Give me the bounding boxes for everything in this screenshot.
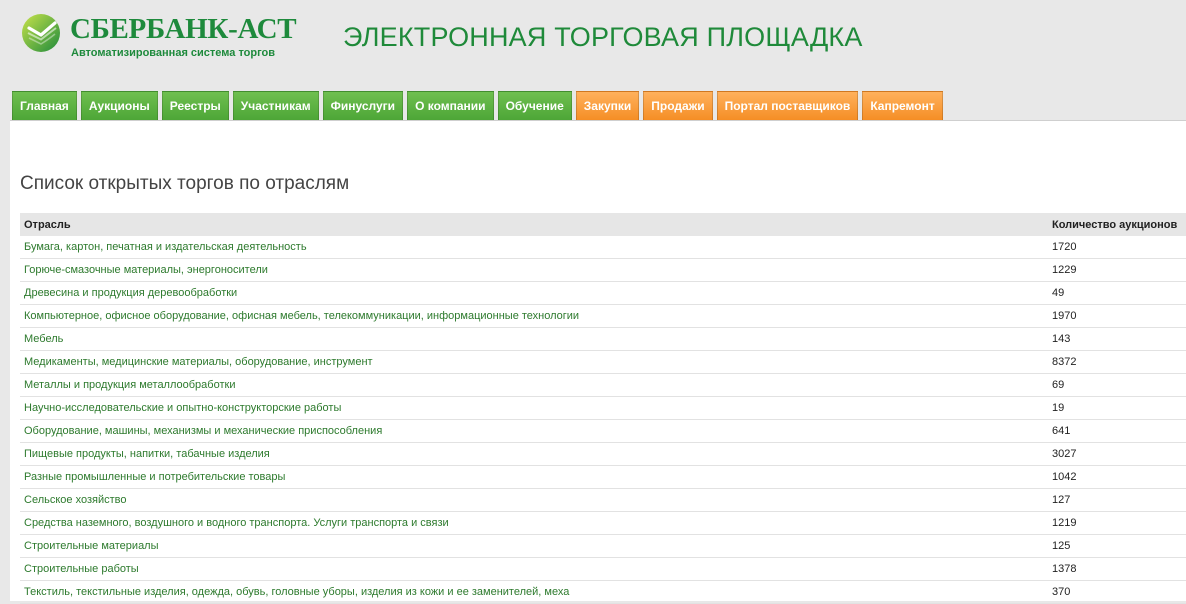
industry-link[interactable]: Строительные материалы xyxy=(20,534,1048,558)
nav-o-kompanii[interactable]: О компании xyxy=(407,91,494,120)
table-row: Разные промышленные и потребительские то… xyxy=(20,465,1186,489)
table-row: Сельское хозяйство 127 xyxy=(20,488,1186,512)
industry-link[interactable]: Горюче-смазочные материалы, энергоносите… xyxy=(20,258,1048,282)
logo-subtitle: Автоматизированная система торгов xyxy=(71,47,276,59)
auction-count: 1970 xyxy=(1048,304,1186,328)
page-title: Список открытых торгов по отраслям xyxy=(20,173,350,194)
auction-count: 69 xyxy=(1048,373,1186,397)
industry-link[interactable]: Разные промышленные и потребительские то… xyxy=(20,465,1048,489)
table-row: Строительные работы 1378 xyxy=(20,557,1186,581)
auction-count: 1219 xyxy=(1048,511,1186,535)
auction-count: 8372 xyxy=(1048,350,1186,374)
industry-link[interactable]: Мебель xyxy=(20,327,1048,351)
column-header-industry: Отрасль xyxy=(20,213,1048,236)
table-row: Древесина и продукция деревообработки 49 xyxy=(20,281,1186,305)
sberbank-ast-logo[interactable]: СБЕРБАНК-АСТ Автоматизированная система … xyxy=(20,11,297,63)
nav-zakupki[interactable]: Закупки xyxy=(575,91,640,120)
nav-glavnaya[interactable]: Главная xyxy=(12,91,77,120)
industry-link[interactable]: Древесина и продукция деревообработки xyxy=(20,281,1048,305)
table-header-row: Отрасль Количество аукционов xyxy=(20,213,1186,236)
nav-portal-postavshchikov[interactable]: Портал поставщиков xyxy=(716,91,859,120)
industry-link[interactable]: Бумага, картон, печатная и издательская … xyxy=(20,236,1048,259)
industry-link[interactable]: Медикаменты, медицинские материалы, обор… xyxy=(20,350,1048,374)
nav-obuchenie[interactable]: Обучение xyxy=(497,91,572,120)
auction-count: 641 xyxy=(1048,419,1186,443)
table-row: Оборудование, машины, механизмы и механи… xyxy=(20,419,1186,443)
auction-count: 1229 xyxy=(1048,258,1186,282)
industry-link[interactable]: Сельское хозяйство xyxy=(20,488,1048,512)
table-row: Пищевые продукты, напитки, табачные изде… xyxy=(20,442,1186,466)
auction-count: 19 xyxy=(1048,396,1186,420)
table-row: Металлы и продукция металлообработки 69 xyxy=(20,373,1186,397)
logo-name: СБЕРБАНК-АСТ xyxy=(70,13,297,45)
table-row: Компьютерное, офисное оборудование, офис… xyxy=(20,304,1186,328)
industry-link[interactable]: Пищевые продукты, напитки, табачные изде… xyxy=(20,442,1048,466)
table-row: Горюче-смазочные материалы, энергоносите… xyxy=(20,258,1186,282)
industries-table: Отрасль Количество аукционов Бумага, кар… xyxy=(20,213,1186,604)
auction-count: 143 xyxy=(1048,327,1186,351)
table-row: Бумага, картон, печатная и издательская … xyxy=(20,236,1186,259)
industry-link[interactable]: Средства наземного, воздушного и водного… xyxy=(20,511,1048,535)
auction-count: 1720 xyxy=(1048,236,1186,259)
industry-link[interactable]: Научно-исследовательские и опытно-констр… xyxy=(20,396,1048,420)
industry-link[interactable]: Оборудование, машины, механизмы и механи… xyxy=(20,419,1048,443)
industry-link[interactable]: Металлы и продукция металлообработки xyxy=(20,373,1048,397)
table-row: Текстиль, текстильные изделия, одежда, о… xyxy=(20,580,1186,604)
nav-kapremont[interactable]: Капремонт xyxy=(862,91,943,120)
nav-finuslugi[interactable]: Финуслуги xyxy=(322,91,404,120)
nav-prodazhi[interactable]: Продажи xyxy=(643,91,713,120)
table-row: Строительные материалы 125 xyxy=(20,534,1186,558)
site-title: ЭЛЕКТРОННАЯ ТОРГОВАЯ ПЛОЩАДКА xyxy=(343,22,863,52)
industry-link[interactable]: Строительные работы xyxy=(20,557,1048,581)
auction-count: 49 xyxy=(1048,281,1186,305)
table-row: Научно-исследовательские и опытно-констр… xyxy=(20,396,1186,420)
nav-reestry[interactable]: Реестры xyxy=(161,91,229,120)
auction-count: 1378 xyxy=(1048,557,1186,581)
column-header-count: Количество аукционов xyxy=(1048,213,1186,236)
site-header: СБЕРБАНК-АСТ Автоматизированная система … xyxy=(0,0,1186,90)
table-row: Медикаменты, медицинские материалы, обор… xyxy=(20,350,1186,374)
auction-count: 125 xyxy=(1048,534,1186,558)
industry-link[interactable]: Компьютерное, офисное оборудование, офис… xyxy=(20,304,1048,328)
industry-link[interactable]: Текстиль, текстильные изделия, одежда, о… xyxy=(20,580,1048,604)
table-row: Мебель 143 xyxy=(20,327,1186,351)
nav-auktsiony[interactable]: Аукционы xyxy=(80,91,158,120)
nav-uchastnikam[interactable]: Участникам xyxy=(232,91,319,120)
main-content: Список открытых торгов по отраслям Отрас… xyxy=(10,120,1186,604)
auction-count: 1042 xyxy=(1048,465,1186,489)
main-nav: Главная Аукционы Реестры Участникам Фину… xyxy=(12,91,943,121)
table-row: Средства наземного, воздушного и водного… xyxy=(20,511,1186,535)
auction-count: 3027 xyxy=(1048,442,1186,466)
sberbank-logo-icon xyxy=(22,14,60,52)
auction-count: 370 xyxy=(1048,580,1186,604)
auction-count: 127 xyxy=(1048,488,1186,512)
